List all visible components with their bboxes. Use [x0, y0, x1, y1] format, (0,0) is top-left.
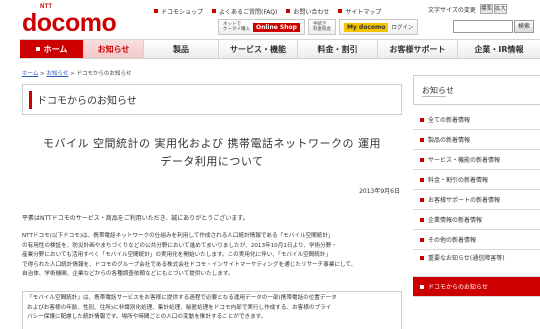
global-nav: ホーム お知らせ 製品 サービス・機能 料金・割引 お客様サポート 企業・IR情…: [20, 39, 540, 59]
font-size-large-button[interactable]: 拡大: [493, 4, 507, 14]
nav-pricing[interactable]: 料金・割引: [298, 40, 378, 58]
breadcrumb: ホーム > お知らせ > ドコモからのお知らせ: [22, 69, 131, 77]
body-line: 自治体、学術機関、企業などからの各種調査依頼などにもとづいて提供いたします。: [22, 271, 234, 277]
square-bullet-icon: [212, 9, 217, 13]
login-label: ログイン: [391, 25, 414, 31]
sidebar-item-products[interactable]: 製品の新着情報: [413, 130, 540, 150]
sidebar-title-rule: [422, 96, 446, 97]
search-button[interactable]: 検索: [514, 20, 535, 33]
font-size-label: 文字サイズの変更: [428, 6, 476, 14]
square-bullet-icon: [420, 157, 424, 162]
body-line: NTTドコモ(以下ドコモ)は、携帯電話ネットワークの仕組みを利用して作成される人…: [22, 233, 334, 239]
square-bullet-icon: [420, 256, 424, 260]
square-bullet-icon: [35, 47, 40, 51]
link-faq[interactable]: よくあるご質問(FAQ): [212, 7, 277, 16]
definition-box: 「モバイル空間統計」は、携帯電話サービスをお客様に提供する過程で必要となる運用デ…: [22, 291, 402, 329]
sidebar-item-support[interactable]: お客様サポートの新着情報: [413, 190, 540, 210]
definition-line: およびお客様の年齢、性別、住所)に非識別化処理、集計処理、秘匿処理をドコモ内部で…: [27, 304, 332, 311]
square-bullet-icon: [338, 9, 343, 13]
square-bullet-icon: [420, 237, 424, 242]
sidebar-item-other[interactable]: その他の新着情報: [413, 230, 540, 250]
square-bullet-icon: [420, 284, 424, 289]
article-body: NTTドコモ(以下ドコモ)は、携帯電話ネットワークの仕組みを利用して作成される人…: [22, 232, 402, 280]
header-shortcut-buttons: ネットで ケータイ購入 Online Shop 手続き 料金照会 My doco…: [218, 19, 421, 35]
sidebar-item-all[interactable]: 全ての新着情報: [413, 110, 540, 130]
online-shop-label: Online Shop: [253, 22, 300, 32]
square-bullet-icon: [420, 117, 424, 122]
nav-products[interactable]: 製品: [144, 40, 219, 58]
square-bullet-icon: [154, 9, 158, 13]
nav-home[interactable]: ホーム: [20, 40, 84, 58]
sidebar-item-important[interactable]: 重要なお知らせ(通信障害等): [413, 250, 540, 277]
docomo-logo[interactable]: NTT docomo: [22, 4, 117, 38]
font-size-control: 文字サイズの変更 標準 拡大: [428, 4, 507, 14]
nav-support[interactable]: お客様サポート: [378, 40, 458, 58]
article-intro: 平素はNTTドコモのサービス・商品をご利用いただき、誠にありがとうございます。: [22, 215, 249, 222]
breadcrumb-home[interactable]: ホーム: [22, 71, 38, 77]
page-title-box: ドコモからのお知らせ: [22, 84, 402, 115]
square-bullet-icon: [286, 9, 291, 13]
article-headline: モバイル 空間統計の 実用化および 携帯電話ネットワークの 運用 データ利用につ…: [22, 135, 402, 170]
link-contact[interactable]: お問い合わせ: [286, 7, 329, 16]
nav-corporate[interactable]: 企業・IR情報: [458, 40, 540, 58]
page-title: ドコモからのお知らせ: [37, 96, 137, 107]
body-line: の有用性の検証を、防災計画やまちづくりなどの公共分野において進めてまいりましたが…: [22, 242, 337, 249]
definition-line: バシー保護に配慮した統計情報です。場所や時間ごとの人口の変動を推計することができ…: [27, 314, 267, 320]
online-shop-button[interactable]: ネットで ケータイ購入 Online Shop: [218, 19, 305, 35]
nav-notices[interactable]: お知らせ: [84, 40, 144, 58]
logo-brand-text: docomo: [22, 9, 117, 37]
breadcrumb-current: ドコモからのお知らせ: [76, 71, 132, 77]
link-docomo-shop[interactable]: ドコモショップ: [154, 7, 203, 16]
headline-line-2: データ利用について: [160, 154, 264, 168]
top-utility-links: ドコモショップ よくあるご質問(FAQ) お問い合わせ サイトマップ: [154, 5, 390, 17]
mydocomo-note: 手続き 料金照会: [312, 21, 331, 33]
square-bullet-icon: [420, 217, 424, 222]
sidebar-item-corporate[interactable]: 企業情報の新着情報: [413, 210, 540, 230]
breadcrumb-notices[interactable]: お知らせ: [46, 71, 68, 77]
body-line: 産業分野においても活用すべく「モバイル空間統計」の実用化を開始いたします。この実…: [22, 252, 332, 258]
body-line: で得られた人口統計情報を、ドコモのグループ会社である株式会社ドコモ・インサイトマ…: [22, 261, 357, 268]
sidebar-title: お知らせ: [422, 85, 454, 95]
definition-line: 「モバイル空間統計」は、携帯電話サービスをお客様に提供する過程で必要となる運用デ…: [27, 295, 337, 301]
sidebar-item-pricing[interactable]: 料金・割引の新着情報: [413, 170, 540, 190]
sidebar-menu: 全ての新着情報 製品の新着情報 サービス・機能の新着情報 料金・割引の新着情報 …: [413, 110, 540, 297]
site-search: 検索: [453, 20, 535, 33]
square-bullet-icon: [420, 177, 424, 182]
sidebar-item-docomo-notices[interactable]: ドコモからのお知らせ: [413, 277, 540, 297]
nav-services[interactable]: サービス・機能: [219, 40, 298, 58]
article-date: 2013年9月6日: [359, 188, 400, 195]
search-input[interactable]: [453, 20, 513, 33]
sidebar-title-box: お知らせ: [413, 75, 540, 105]
sidebar-item-services[interactable]: サービス・機能の新着情報: [413, 150, 540, 170]
mydocomo-label: My docomo: [343, 22, 389, 32]
link-sitemap[interactable]: サイトマップ: [338, 7, 381, 16]
mydocomo-login-button[interactable]: My docomo ログイン: [338, 19, 419, 35]
font-size-standard-button[interactable]: 標準: [479, 4, 493, 14]
mydocomo-button[interactable]: 手続き 料金照会: [307, 19, 336, 35]
square-bullet-icon: [420, 197, 424, 202]
online-shop-note: ネットで ケータイ購入: [223, 21, 250, 33]
headline-line-1: モバイル 空間統計の 実用化および 携帯電話ネットワークの 運用: [43, 137, 381, 150]
square-bullet-icon: [420, 137, 424, 142]
title-accent-bar: [29, 90, 32, 109]
